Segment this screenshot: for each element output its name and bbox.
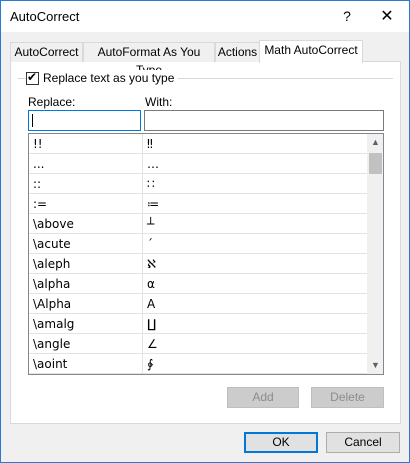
list-item[interactable]: \Alpha A xyxy=(29,294,367,314)
replace-as-you-type-label: Replace text as you type xyxy=(43,71,175,85)
with-cell: ┴ xyxy=(147,217,155,231)
window-title: AutoCorrect xyxy=(10,9,80,24)
replace-cell: \above xyxy=(29,214,143,234)
with-cell: ‼ xyxy=(147,137,153,151)
list-item[interactable]: \amalg ∐ xyxy=(29,314,367,334)
help-button[interactable]: ? xyxy=(325,2,369,31)
text-caret xyxy=(32,114,33,127)
cancel-button[interactable]: Cancel xyxy=(326,432,400,453)
with-cell: … xyxy=(147,157,159,171)
list-item[interactable]: \angle ∠ xyxy=(29,334,367,354)
replace-cell: \alpha xyxy=(29,274,143,294)
replace-cell: \angle xyxy=(29,334,143,354)
replace-cell: \acute xyxy=(29,234,143,254)
with-cell: ∐ xyxy=(147,317,157,331)
ok-button[interactable]: OK xyxy=(244,432,318,453)
replace-input[interactable] xyxy=(28,110,141,131)
tab-autocorrect[interactable]: AutoCorrect xyxy=(10,42,83,62)
list-item[interactable]: :: ∷ xyxy=(29,174,367,194)
with-cell: A xyxy=(147,297,156,311)
delete-button[interactable]: Delete xyxy=(311,387,384,408)
close-button[interactable]: ✕ xyxy=(365,2,409,31)
with-cell: ´ xyxy=(147,237,153,251)
scrollbar-thumb[interactable] xyxy=(369,153,382,174)
with-cell: ≔ xyxy=(147,197,159,211)
replace-as-you-type-option[interactable]: ✔ Replace text as you type xyxy=(26,69,179,86)
replace-cell: \aleph xyxy=(29,254,143,274)
with-input[interactable] xyxy=(144,110,384,131)
with-cell: α xyxy=(147,277,155,291)
list-item[interactable]: \aoint ∳ xyxy=(29,354,367,374)
vertical-scrollbar[interactable]: ▲ ▼ xyxy=(367,134,383,374)
list-item[interactable]: \alpha α xyxy=(29,274,367,294)
add-button[interactable]: Add xyxy=(227,387,299,408)
replace-cell: ... xyxy=(29,154,143,174)
replace-cell: !! xyxy=(29,134,143,154)
scroll-up-arrow-icon[interactable]: ▲ xyxy=(367,134,383,151)
with-label: With: xyxy=(145,95,173,109)
list-item[interactable]: !! ‼ xyxy=(29,134,367,154)
list-item[interactable]: \acute ´ xyxy=(29,234,367,254)
replace-cell: :: xyxy=(29,174,143,194)
replace-cell: := xyxy=(29,194,143,214)
with-cell: ∠ xyxy=(147,337,158,351)
list-item[interactable]: := ≔ xyxy=(29,194,367,214)
replace-label: Replace: xyxy=(28,95,76,109)
with-cell: ∳ xyxy=(147,357,154,371)
with-cell: ∷ xyxy=(147,177,155,191)
checkmark-icon: ✔ xyxy=(27,69,38,84)
list-item[interactable]: ... … xyxy=(29,154,367,174)
list-rows: !! ‼ ... … :: ∷ := ≔ \above ┴ \acute ´ \… xyxy=(29,134,367,374)
autocorrect-dialog: AutoCorrect ? ✕ AutoCorrect AutoFormat A… xyxy=(0,0,410,463)
math-autocorrect-list[interactable]: !! ‼ ... … :: ∷ := ≔ \above ┴ \acute ´ \… xyxy=(28,133,384,375)
title-bar: AutoCorrect ? ✕ xyxy=(1,1,409,32)
tab-autoformat-as-you-type[interactable]: AutoFormat As You Type xyxy=(83,42,215,77)
scroll-down-arrow-icon[interactable]: ▼ xyxy=(367,357,383,374)
tab-actions[interactable]: Actions xyxy=(215,42,260,62)
with-cell: ℵ xyxy=(147,257,156,271)
replace-cell: \amalg xyxy=(29,314,143,334)
replace-cell: \Alpha xyxy=(29,294,143,314)
tab-math-autocorrect[interactable]: Math AutoCorrect xyxy=(259,40,363,63)
list-item[interactable]: \aleph ℵ xyxy=(29,254,367,274)
replace-as-you-type-checkbox[interactable]: ✔ xyxy=(26,69,39,85)
replace-cell: \aoint xyxy=(29,354,143,374)
list-item[interactable]: \above ┴ xyxy=(29,214,367,234)
